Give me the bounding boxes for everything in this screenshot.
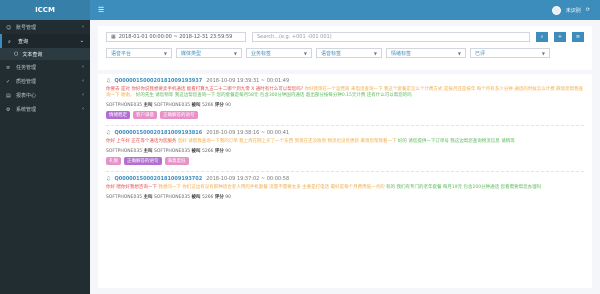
gear-icon: ⚙ [6, 106, 11, 113]
user-icon: ☺ [6, 24, 12, 31]
caret-down-icon: ▼ [541, 50, 545, 56]
transcript: 你要去 是对 你好你说我想要卖手机通话 能看打算九五二十二哪个到九零 X 通时有… [106, 87, 584, 98]
chevron-icon: ‹ [82, 64, 84, 70]
chevron-icon: ‹ [82, 106, 84, 112]
tag-badge[interactable]: 情绪稳定 [106, 111, 130, 119]
result-list: ♫ Q000001500020181009193937 2018-10-09 1… [98, 74, 592, 288]
select-emotion-tag[interactable]: 情绪标签 ▼ [386, 48, 466, 58]
add-button[interactable]: + [554, 32, 566, 42]
list-item[interactable]: ♫ Q000001500020181009193937 2018-10-09 1… [106, 78, 584, 119]
audio-icon: ♫ [106, 176, 111, 182]
record-meta: SOFTPHONE035 主叫 SOFTPHONE035 被叫 5266 评分 … [106, 103, 232, 108]
date-range-input[interactable]: ▦ 2018-01-01 00:00:00 ~ 2018-12-31 23:59… [106, 32, 246, 42]
sidebar-item-reports[interactable]: ▤ 报表中心 ‹ [0, 88, 90, 102]
record-id[interactable]: Q000001500020181009193816 [114, 130, 202, 136]
list-item[interactable]: ♫ Q000001500020181009193816 2018-10-09 1… [106, 130, 584, 165]
select-rated[interactable]: 已评 ▼ [470, 48, 550, 58]
record-time: 2018-10-09 19:37:02 ~ 00:00:58 [206, 176, 290, 182]
sidebar-subitem-text-query[interactable]: ○ 文本查询 [0, 48, 90, 60]
sidebar-item-tasks[interactable]: ≡ 任务管理 ‹ [0, 60, 90, 74]
sidebar: ☺ 账号管理 ‹ ⌕ 查询 ⌄ ○ 文本查询 ≡ 任务管理 ‹ ✓ 质检管理 ‹… [0, 20, 90, 294]
list-icon: ≡ [6, 64, 11, 71]
search-icon: ⌕ [8, 38, 11, 45]
chevron-icon: ‹ [82, 78, 84, 84]
list-item[interactable]: ♫ Q000001500020181009193702 2018-10-09 1… [106, 176, 584, 200]
select-media[interactable]: 媒体类型 ▼ [176, 48, 242, 58]
audio-icon: ♫ [106, 130, 111, 136]
caret-down-icon: ▼ [373, 50, 377, 56]
record-time: 2018-10-09 19:38:16 ~ 00:00:41 [206, 130, 290, 136]
select-platform[interactable]: 语音平台 ▼ [106, 48, 172, 58]
filter-panel: ▦ 2018-01-01 00:00:00 ~ 2018-12-31 23:59… [98, 26, 592, 70]
record-id[interactable]: Q000001500020181009193702 [114, 176, 202, 182]
caret-down-icon: ▼ [163, 50, 167, 56]
app-brand[interactable]: ICCM [0, 0, 90, 20]
main-content: ▦ 2018-01-01 00:00:00 ~ 2018-12-31 23:59… [90, 20, 600, 294]
tag-badge[interactable]: 满意度低 [164, 157, 189, 165]
user-name[interactable]: 未识别 [566, 7, 581, 14]
share-icon[interactable]: ⟳ [586, 7, 590, 13]
transcript: 你好 喂你好我想咨询一下 我想问一下 你们这边有没有那种适合老人用的手机套餐 流… [106, 185, 542, 190]
calendar-icon: ▦ [111, 34, 116, 40]
transcript: 你好 上午好 正在等个通话为您服务 您好 请帮我查询一下我的订单 我上周在网上买… [106, 139, 515, 144]
divider [106, 171, 584, 172]
tag-badge[interactable]: 礼貌 [106, 157, 121, 165]
select-voice-tag[interactable]: 语音标签 ▼ [316, 48, 382, 58]
search-input[interactable]: Search...(e.g. +001 -001 001) [252, 32, 530, 42]
top-navbar: ICCM ☰ 未识别 ⟳ [0, 0, 600, 20]
record-meta: SOFTPHONE035 主叫 SOFTPHONE035 被叫 5266 评分 … [106, 195, 232, 200]
check-icon: ✓ [6, 78, 11, 85]
circle-icon: ○ [14, 51, 19, 57]
chevron-icon: ‹ [82, 92, 84, 98]
search-button[interactable]: ⌕ [536, 32, 548, 42]
chevron-icon: ⌄ [79, 38, 84, 44]
avatar[interactable] [551, 5, 561, 15]
sidebar-item-query[interactable]: ⌕ 查询 ⌄ [0, 34, 90, 48]
caret-down-icon: ▼ [457, 50, 461, 56]
chart-icon: ▤ [6, 92, 11, 99]
menu-button[interactable]: ≡ [572, 32, 584, 42]
caret-down-icon: ▼ [303, 50, 307, 56]
sidebar-item-accounts[interactable]: ☺ 账号管理 ‹ [0, 20, 90, 34]
tag-badge[interactable]: 正确解答的语句 [160, 111, 198, 119]
sidebar-item-qc[interactable]: ✓ 质检管理 ‹ [0, 74, 90, 88]
divider [106, 125, 584, 126]
select-business-tag[interactable]: 业务标签 ▼ [246, 48, 312, 58]
tag-badge[interactable]: 正确解答的语句 [124, 157, 162, 165]
menu-toggle-icon[interactable]: ☰ [98, 6, 104, 14]
chevron-icon: ‹ [82, 24, 84, 30]
caret-down-icon: ▼ [233, 50, 237, 56]
record-id[interactable]: Q000001500020181009193937 [114, 78, 202, 84]
sidebar-item-system[interactable]: ⚙ 系统管理 ‹ [0, 102, 90, 116]
record-time: 2018-10-09 19:39:31 ~ 00:01:49 [206, 78, 290, 84]
audio-icon: ♫ [106, 78, 111, 84]
record-meta: SOFTPHONE035 主叫 SOFTPHONE035 被叫 5266 评分 … [106, 149, 232, 154]
tag-badge[interactable]: 客户满意 [133, 111, 157, 119]
